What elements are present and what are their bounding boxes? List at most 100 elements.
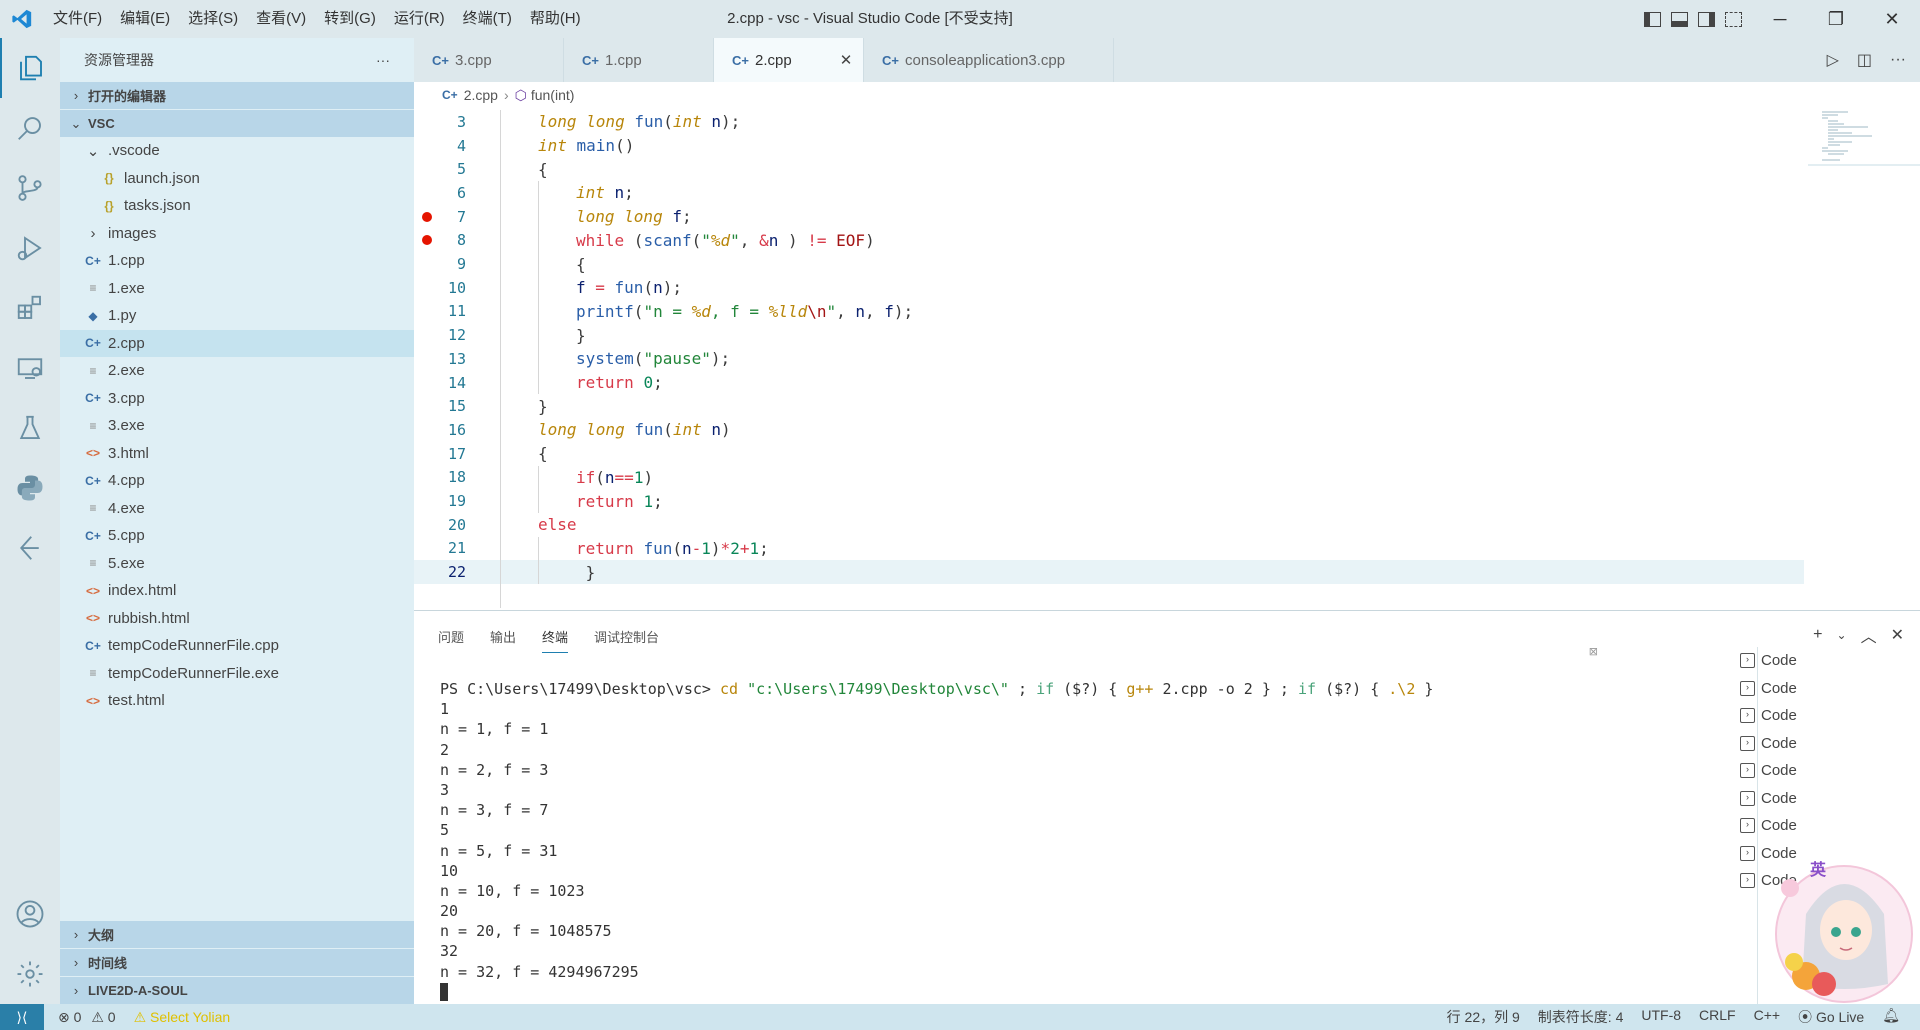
panel-tab[interactable]: 调试控制台 <box>594 627 659 653</box>
run-debug-icon[interactable] <box>0 218 60 278</box>
tree-file[interactable]: ◆ 1.py <box>60 302 414 330</box>
tree-file[interactable]: C+ 4.cpp <box>60 467 414 495</box>
tree-file[interactable]: <> index.html <box>60 577 414 605</box>
panel-tab[interactable]: 终端 <box>542 627 569 653</box>
editor-tab[interactable]: C+ 1.cpp <box>564 38 714 82</box>
tree-file[interactable]: ≡ 1.exe <box>60 275 414 303</box>
code-line[interactable]: 3 long long fun(int n); <box>414 110 1804 134</box>
sidebar-section[interactable]: › 大纲 <box>60 921 414 948</box>
explorer-icon[interactable] <box>0 38 60 98</box>
menu-item[interactable]: 转到(G) <box>315 0 385 38</box>
code-line[interactable]: 18 if(n==1) <box>414 466 1804 490</box>
code-line[interactable]: 19 return 1; <box>414 489 1804 513</box>
tree-file[interactable]: C+ 3.cpp <box>60 385 414 413</box>
terminal-output[interactable]: PS C:\Users\17499\Desktop\vsc> cd "c:\Us… <box>440 679 1433 1001</box>
errors-indicator[interactable]: ⊗ 0 ⚠ 0 <box>58 1009 116 1026</box>
code-line[interactable]: 11 printf("n = %d, f = %lld\n", n, f); <box>414 300 1804 324</box>
menu-item[interactable]: 文件(F) <box>44 0 111 38</box>
code-line[interactable]: 13 system("pause"); <box>414 347 1804 371</box>
menu-item[interactable]: 运行(R) <box>385 0 454 38</box>
language-mode[interactable]: C++ <box>1754 1007 1780 1027</box>
account-icon[interactable] <box>0 884 60 944</box>
terminal-list-item[interactable]: › Code <box>1740 675 1860 703</box>
settings-gear-icon[interactable] <box>0 944 60 1004</box>
cursor-position[interactable]: 行 22，列 9 <box>1447 1007 1520 1027</box>
terminal-list-item[interactable]: › Code <box>1740 730 1860 758</box>
toggle-secondary-sidebar-icon[interactable] <box>1698 11 1715 27</box>
encoding[interactable]: UTF-8 <box>1641 1007 1681 1027</box>
menu-item[interactable]: 选择(S) <box>179 0 247 38</box>
split-editor-icon[interactable]: ◫ <box>1857 50 1872 70</box>
tab-size[interactable]: 制表符长度: 4 <box>1538 1007 1624 1027</box>
tree-file[interactable]: ≡ 3.exe <box>60 412 414 440</box>
new-terminal-icon[interactable]: + <box>1813 626 1822 644</box>
tree-file[interactable]: <> 3.html <box>60 440 414 468</box>
toggle-primary-sidebar-icon[interactable] <box>1644 11 1661 27</box>
end-of-line[interactable]: CRLF <box>1699 1007 1736 1027</box>
code-line[interactable]: 6 int n; <box>414 181 1804 205</box>
clear-terminal-icon[interactable]: ⊠ <box>1589 645 1598 658</box>
tree-folder[interactable]: ⌄ .vscode <box>60 137 414 165</box>
menu-item[interactable]: 帮助(H) <box>521 0 590 38</box>
code-line[interactable]: 4 int main() <box>414 134 1804 158</box>
folder-section[interactable]: ⌄ VSC <box>60 110 414 137</box>
sidebar-section[interactable]: › LIVE2D-A-SOUL <box>60 977 414 1004</box>
restore-button[interactable]: ❐ <box>1808 0 1864 38</box>
code-line[interactable]: 8 while (scanf("%d", &n ) != EOF) <box>414 229 1804 253</box>
toggle-panel-icon[interactable] <box>1671 11 1688 27</box>
run-code-icon[interactable]: ▷ <box>1827 50 1839 70</box>
terminal-list-item[interactable]: › Code <box>1740 785 1860 813</box>
code-line[interactable]: 22 } <box>414 560 1804 584</box>
tree-file[interactable]: ≡ 4.exe <box>60 495 414 523</box>
breadcrumb-file[interactable]: 2.cpp <box>464 87 498 103</box>
breadcrumb-symbol[interactable]: fun(int) <box>531 87 575 103</box>
open-editors-section[interactable]: › 打开的编辑器 <box>60 82 414 109</box>
code-editor[interactable]: 3 long long fun(int n); 4 int main() 5{6 int … <box>414 108 1920 610</box>
notifications-bell-icon[interactable]: 🔔︎ <box>1882 1007 1900 1027</box>
close-button[interactable]: ✕ <box>1864 0 1920 38</box>
terminal-list-item[interactable]: › Code <box>1740 702 1860 730</box>
python-icon[interactable] <box>0 458 60 518</box>
terminal-list-item[interactable]: › Code <box>1740 812 1860 840</box>
breakpoint-icon[interactable] <box>422 211 432 222</box>
close-tab-icon[interactable]: ✕ <box>840 51 853 69</box>
editor-tab[interactable]: C+ consoleapplication3.cpp <box>864 38 1114 82</box>
live2d-status[interactable]: ⚠ Select Yolian <box>134 1009 231 1026</box>
customize-layout-icon[interactable] <box>1725 11 1742 27</box>
code-line[interactable]: 5{ <box>414 157 1804 181</box>
minimize-button[interactable]: ─ <box>1752 0 1808 38</box>
code-line[interactable]: 17 { <box>414 442 1804 466</box>
extensions-icon[interactable] <box>0 278 60 338</box>
tree-file[interactable]: C+ 2.cpp <box>60 329 414 357</box>
close-panel-icon[interactable]: ✕ <box>1891 625 1904 645</box>
tree-file[interactable]: ≡ 2.exe <box>60 357 414 385</box>
chevron-down-icon[interactable]: ⌄ <box>1837 628 1847 642</box>
tree-file[interactable]: <> rubbish.html <box>60 605 414 633</box>
panel-tab[interactable]: 输出 <box>490 627 516 653</box>
tree-file[interactable]: C+ 1.cpp <box>60 247 414 275</box>
code-line[interactable]: 16 long long fun(int n) <box>414 418 1804 442</box>
code-line[interactable]: 7 long long f; <box>414 205 1804 229</box>
more-actions-icon[interactable]: ··· <box>1890 51 1906 69</box>
terminal-list-item[interactable]: › Code <box>1740 647 1860 675</box>
testing-icon[interactable] <box>0 398 60 458</box>
tree-file[interactable]: ≡ 5.exe <box>60 550 414 578</box>
minimap[interactable] <box>1808 108 1920 610</box>
code-line[interactable]: 10 f = fun(n); <box>414 276 1804 300</box>
code-line[interactable]: 15} <box>414 394 1804 418</box>
editor-tab[interactable]: C+ 2.cpp ✕ <box>714 38 864 82</box>
tree-file[interactable]: <> test.html <box>60 687 414 715</box>
code-line[interactable]: 14 return 0; <box>414 371 1804 395</box>
maximize-panel-icon[interactable]: ︿ <box>1861 623 1877 647</box>
terminal-list-item[interactable]: › Code <box>1740 757 1860 785</box>
more-actions-icon[interactable]: ··· <box>376 52 390 68</box>
remote-explorer-icon[interactable] <box>0 338 60 398</box>
editor-tab[interactable]: C+ 3.cpp <box>414 38 564 82</box>
live2d-avatar[interactable]: 英 <box>1766 844 1916 1004</box>
live-share-icon[interactable] <box>0 518 60 578</box>
panel-tab[interactable]: 问题 <box>438 627 464 653</box>
code-line[interactable]: 21 return fun(n-1)*2+1; <box>414 537 1804 561</box>
source-control-icon[interactable] <box>0 158 60 218</box>
tree-file[interactable]: C+ tempCodeRunnerFile.cpp <box>60 632 414 660</box>
code-line[interactable]: 12} <box>414 323 1804 347</box>
